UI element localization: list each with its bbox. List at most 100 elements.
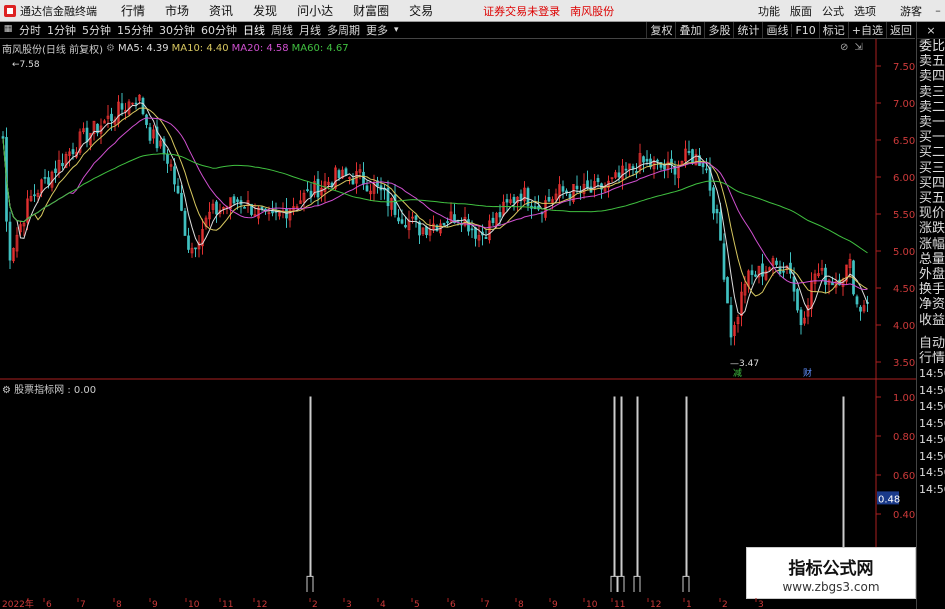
candle-body: [194, 247, 197, 250]
user-label[interactable]: 游客: [895, 3, 927, 19]
tab-daily[interactable]: 日线: [240, 22, 268, 38]
candle-body: [43, 177, 47, 179]
tab-30min[interactable]: 30分钟: [156, 22, 198, 38]
candle-body: [719, 211, 722, 241]
menu-item-discover[interactable]: 发现: [243, 2, 287, 19]
quote-label[interactable]: 行情: [917, 351, 945, 366]
draw-line-button[interactable]: 画线: [762, 22, 791, 38]
signal-spike: [617, 396, 625, 592]
signal-spike: [633, 396, 641, 592]
tab-multi-period[interactable]: 多周期: [324, 22, 363, 38]
expand-icon[interactable]: ⇲: [854, 42, 862, 53]
menu-options[interactable]: 选项: [849, 3, 881, 19]
indicator-gear-icon[interactable]: ⚙: [2, 385, 11, 396]
low-price-label: —3.47: [730, 359, 759, 369]
side-item-8: 买三: [919, 160, 945, 176]
tab-intraday[interactable]: 分时: [16, 22, 44, 38]
indicator-tick-label: 0.40: [893, 510, 915, 521]
adjust-button[interactable]: 复权: [646, 22, 675, 38]
menu-function[interactable]: 功能: [753, 3, 785, 19]
menu-formula[interactable]: 公式: [817, 3, 849, 19]
candle-body: [642, 156, 645, 163]
grid-icon[interactable]: ▦: [0, 24, 16, 37]
menu-item-ask[interactable]: 问小达: [287, 2, 343, 19]
stock-name-label: 南风股份: [570, 4, 615, 18]
mark-button[interactable]: 标记: [818, 22, 848, 38]
overlay-button[interactable]: 叠加: [675, 22, 704, 38]
side-item-7: 买二: [919, 145, 945, 161]
close-icon[interactable]: ×: [917, 22, 945, 39]
side-item-1: 卖五: [919, 54, 945, 70]
candle-body: [796, 289, 799, 311]
price-tick-label: 3.50: [893, 358, 915, 369]
indicator-tick-label: 0.60: [893, 471, 915, 482]
ma10-value: MA10: 4.40: [171, 42, 229, 54]
chart-canvas[interactable]: 7.50 7.00 6.50 6.00 5.50 5.00 4.50 4.00 3.50 1.0…: [0, 39, 916, 609]
tab-monthly[interactable]: 月线: [296, 22, 324, 38]
f10-button[interactable]: F10: [791, 23, 818, 37]
candle-body: [316, 178, 320, 198]
candle-body: [148, 127, 152, 141]
tab-60min[interactable]: 60分钟: [198, 22, 240, 38]
candle-body: [344, 168, 348, 176]
chevron-down-icon[interactable]: ▾: [391, 25, 402, 35]
candle-body: [54, 168, 57, 174]
candle-body: [750, 270, 754, 275]
signal-spike: [682, 396, 690, 592]
tab-weekly[interactable]: 周线: [268, 22, 296, 38]
pin-icon[interactable]: ⊘: [840, 42, 848, 53]
add-watchlist-button[interactable]: +自选: [847, 22, 886, 38]
menu-item-trade[interactable]: 交易: [399, 2, 443, 19]
trade-time-7: 14:50: [919, 482, 945, 496]
time-tick-label: 8: [116, 600, 122, 609]
minimize-icon[interactable]: –: [931, 4, 945, 17]
menu-layout[interactable]: 版面: [785, 3, 817, 19]
ma20-value: MA20: 4.58: [231, 42, 289, 54]
candle-body: [782, 270, 785, 273]
side-item-2: 卖四: [919, 69, 945, 85]
tab-1min[interactable]: 1分钟: [44, 22, 79, 38]
time-tick-label: 9: [552, 600, 558, 609]
tab-5min[interactable]: 5分钟: [79, 22, 114, 38]
time-tick-label: 10: [586, 600, 598, 609]
candle-body: [337, 170, 341, 179]
tab-more[interactable]: 更多: [363, 22, 391, 38]
candle-body: [180, 192, 183, 211]
candle-body: [631, 166, 635, 169]
candle-body: [775, 260, 778, 265]
candle-body: [187, 235, 190, 250]
settings-gear-icon[interactable]: ⚙: [106, 43, 115, 54]
candle-body: [547, 196, 551, 202]
menu-item-wealth[interactable]: 财富圈: [343, 2, 399, 19]
multi-stock-button[interactable]: 多股: [704, 22, 733, 38]
auto-label[interactable]: 自动: [917, 332, 945, 351]
candle-body: [141, 97, 145, 115]
candle-body: [404, 224, 407, 228]
candle-body: [61, 162, 64, 167]
candle-body: [498, 212, 502, 218]
candle-body: [271, 210, 274, 214]
menu-item-market[interactable]: 市场: [155, 2, 199, 19]
candle-body: [474, 227, 477, 239]
side-item-4: 卖二: [919, 99, 945, 115]
back-button[interactable]: 返回: [886, 22, 915, 38]
candle-body: [446, 221, 449, 223]
indicator-title[interactable]: ⚙ 股票指标网 : 0.00: [2, 381, 96, 396]
login-warning[interactable]: 证券交易未登录: [483, 3, 560, 19]
high-price-label: ←7.58: [12, 60, 40, 70]
app-title: 通达信金融终端: [20, 4, 97, 18]
tab-15min[interactable]: 15分钟: [114, 22, 156, 38]
time-tick-label: 4: [380, 600, 386, 609]
indicator-tick-label: 1.00: [893, 393, 915, 404]
candle-body: [243, 206, 246, 209]
candle-body: [687, 151, 691, 153]
stats-button[interactable]: 统计: [733, 22, 762, 38]
trade-time-6: 14:50: [919, 466, 945, 480]
candle-body: [691, 149, 694, 163]
menu-item-quotes[interactable]: 行情: [111, 2, 155, 19]
watermark-banner: 指标公式网 www.zbgs3.com: [746, 547, 916, 599]
menu-item-news[interactable]: 资讯: [199, 2, 243, 19]
candle-body: [792, 276, 796, 292]
time-tick-label: 2: [312, 600, 318, 609]
time-tick-label: 6: [450, 600, 456, 609]
